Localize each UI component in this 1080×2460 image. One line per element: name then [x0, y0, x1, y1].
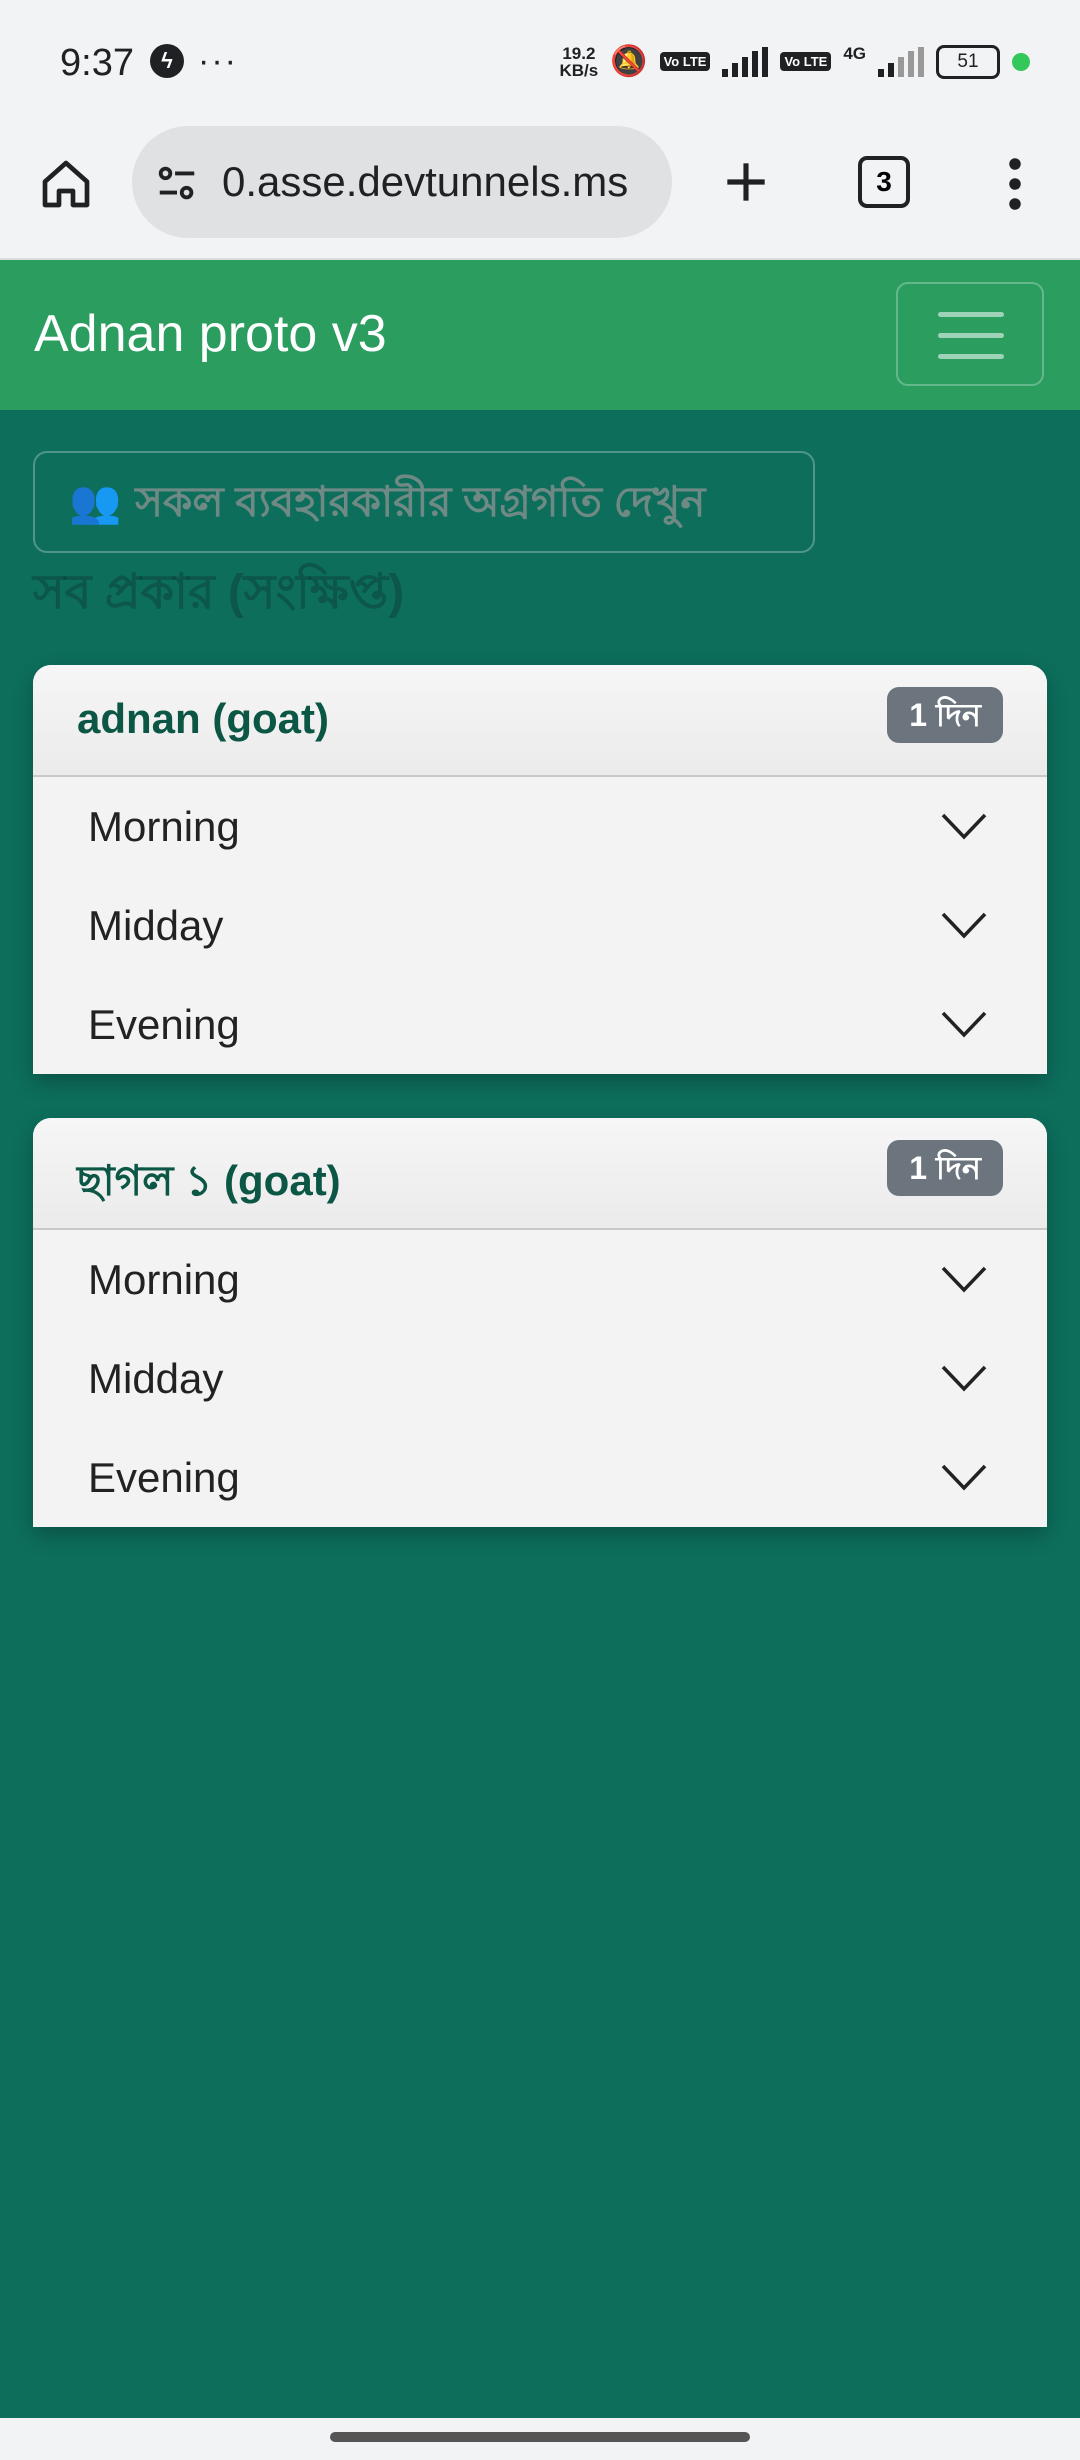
navbar-toggler-button[interactable] — [896, 282, 1044, 386]
status-bar: 9:37 ϟ ··· 19.2 KB/s 🔕 Vo LTE Vo LTE 4G … — [0, 0, 1080, 124]
section-heading: সব প্রকার (সংক্ষিপ্ত) — [33, 566, 405, 619]
home-indicator[interactable] — [330, 2432, 750, 2442]
accordion-midday[interactable]: Midday — [33, 1329, 1047, 1428]
volte-badge-2: Vo LTE — [780, 52, 832, 71]
brand-title[interactable]: Adnan proto v3 — [34, 304, 387, 364]
chevron-down-icon — [941, 813, 987, 840]
days-badge: 1 দিন — [887, 1140, 1003, 1196]
card-title: ছাগল ১ (goat) — [77, 1157, 341, 1204]
accordion-evening[interactable]: Evening — [33, 1428, 1047, 1527]
network-type: 4G — [843, 44, 866, 63]
address-bar[interactable]: 0.asse.devtunnels.ms — [132, 126, 672, 238]
signal-icon — [722, 46, 769, 77]
accordion-midday[interactable]: Midday — [33, 876, 1047, 975]
menu-icon[interactable] — [1000, 154, 1030, 214]
card-title: adnan (goat) — [77, 695, 329, 742]
chevron-down-icon — [941, 1266, 987, 1293]
mute-icon: 🔕 — [610, 45, 648, 78]
view-all-label: সকল ব্যবহারকারীর অগ্রগতি দেখুন — [135, 478, 706, 525]
home-icon[interactable] — [38, 156, 94, 212]
accordion-label: Morning — [88, 1256, 240, 1303]
app-navbar: Adnan proto v3 — [0, 260, 1080, 410]
chevron-down-icon — [941, 1365, 987, 1392]
card-header: adnan (goat) 1 দিন — [33, 665, 1047, 777]
accordion-label: Midday — [88, 1355, 224, 1402]
chevron-down-icon — [941, 1011, 987, 1038]
new-tab-icon[interactable] — [718, 154, 774, 210]
accordion-label: Evening — [88, 1001, 240, 1048]
accordion-evening[interactable]: Evening — [33, 975, 1047, 1074]
tab-switcher-icon[interactable]: 3 — [858, 156, 910, 208]
animal-card: adnan (goat) 1 দিন Morning Midday Evenin… — [33, 665, 1047, 1074]
volte-badge: Vo LTE — [659, 52, 711, 71]
signal-icon-2 — [878, 46, 924, 77]
messenger-icon: ϟ — [150, 44, 184, 78]
browser-toolbar: 0.asse.devtunnels.ms 3 — [0, 124, 1080, 260]
days-badge: 1 দিন — [887, 687, 1003, 743]
speed-value: 19.2 — [562, 43, 596, 63]
accordion-label: Evening — [88, 1454, 240, 1501]
speed-unit: KB/s — [559, 60, 599, 80]
chevron-down-icon — [941, 912, 987, 939]
battery-icon: 51 — [936, 44, 1000, 79]
chevron-down-icon — [941, 1464, 987, 1491]
accordion-label: Midday — [88, 902, 224, 949]
url-text: 0.asse.devtunnels.ms — [222, 158, 629, 205]
accordion-label: Morning — [88, 803, 240, 850]
accordion-morning[interactable]: Morning — [33, 1230, 1047, 1329]
card-header: ছাগল ১ (goat) 1 দিন — [33, 1118, 1047, 1230]
more-dots-icon: ··· — [198, 42, 238, 80]
view-all-users-progress-button[interactable]: 👥 সকল ব্যবহারকারীর অগ্রগতি দেখুন — [33, 451, 815, 553]
people-icon: 👥 — [69, 478, 122, 525]
animal-card: ছাগল ১ (goat) 1 দিন Morning Midday Eveni… — [33, 1118, 1047, 1527]
site-settings-icon[interactable] — [154, 160, 200, 206]
privacy-indicator-icon — [1012, 52, 1030, 71]
network-speed: 19.2 KB/s — [560, 45, 599, 79]
status-time: 9:37 — [60, 42, 134, 84]
accordion-morning[interactable]: Morning — [33, 777, 1047, 876]
